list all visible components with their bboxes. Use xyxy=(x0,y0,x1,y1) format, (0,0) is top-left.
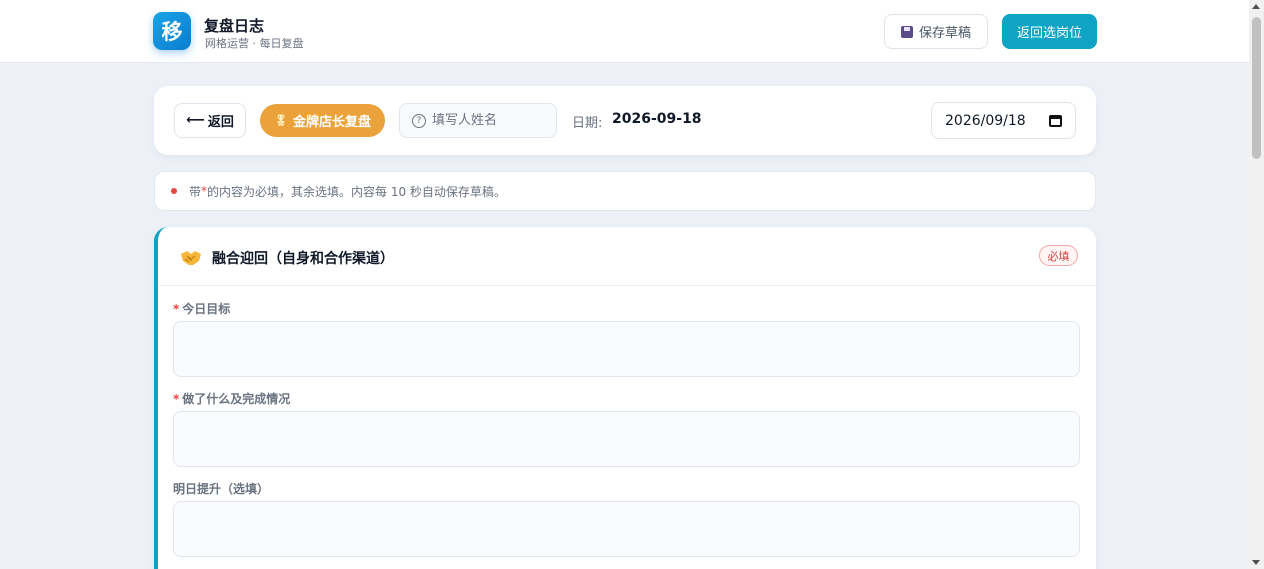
back-to-select-button[interactable]: 返回选岗位 xyxy=(1002,14,1097,49)
required-badge: 必填 xyxy=(1039,245,1078,266)
required-star: * xyxy=(173,302,180,316)
date-picker[interactable]: 2026/09/18 xyxy=(931,102,1076,139)
section-header: 融合迎回（自身和合作渠道） 必填 xyxy=(158,227,1096,286)
back-label: 返回 xyxy=(207,115,234,130)
date-picker-value: 2026/09/18 xyxy=(945,112,1026,129)
field-label-tomorrow: 明日提升（选填） xyxy=(173,480,269,497)
save-draft-button[interactable]: 保存草稿 xyxy=(884,14,988,49)
app-logo: 移 xyxy=(153,12,191,50)
floppy-disk-icon xyxy=(900,25,913,38)
notice-prefix: 带 xyxy=(189,184,202,199)
question-circle-icon: ? xyxy=(412,113,426,128)
date-label: 日期: xyxy=(572,116,603,131)
toolbar-card: ⟵ 返回 🎖 金牌店长复盘 ? 日期: 2026-09-18 2026/09/1… xyxy=(154,86,1096,155)
name-input[interactable] xyxy=(432,113,552,128)
field-label-text: 今日目标 xyxy=(182,302,231,316)
notice-dot-icon xyxy=(171,188,177,194)
medal-icon: 🎖 xyxy=(274,114,288,127)
field-label-done: * 做了什么及完成情况 xyxy=(173,390,290,407)
top-bar: 移 复盘日志 网格运营 · 每日复盘 保存草稿 返回选岗位 xyxy=(0,0,1249,63)
role-badge-label: 金牌店长复盘 xyxy=(292,115,371,130)
app-title: 复盘日志 xyxy=(204,17,265,35)
section-title: 融合迎回（自身和合作渠道） xyxy=(212,251,394,267)
handshake-icon xyxy=(181,251,201,265)
calendar-icon[interactable] xyxy=(1049,115,1062,127)
save-draft-label: 保存草稿 xyxy=(918,26,971,41)
notice-bar: 带 * 的内容为必填，其余选填。内容每 10 秒自动保存草稿。 xyxy=(154,171,1096,211)
name-field[interactable]: ? xyxy=(399,103,557,138)
scroll-up-arrow-icon[interactable] xyxy=(1252,4,1260,9)
required-star: * xyxy=(173,392,180,406)
field-label-text: 明日提升（选填） xyxy=(173,482,270,496)
scrollbar[interactable] xyxy=(1249,0,1264,569)
date-value: 2026-09-18 xyxy=(612,111,702,127)
back-button[interactable]: ⟵ 返回 xyxy=(174,103,246,138)
app-subtitle: 网格运营 · 每日复盘 xyxy=(205,37,304,50)
field-label-text: 做了什么及完成情况 xyxy=(182,392,291,406)
scroll-down-arrow-icon[interactable] xyxy=(1252,560,1260,565)
notice-text: 的内容为必填，其余选填。内容每 10 秒自动保存草稿。 xyxy=(207,184,506,199)
role-badge: 🎖 金牌店长复盘 xyxy=(260,104,385,137)
scroll-thumb[interactable] xyxy=(1252,17,1261,159)
done-input[interactable] xyxy=(173,411,1080,467)
field-label-today-goal: * 今日目标 xyxy=(173,300,230,317)
arrow-left-icon: ⟵ xyxy=(186,113,205,128)
tomorrow-input[interactable] xyxy=(173,501,1080,557)
today-goal-input[interactable] xyxy=(173,321,1080,377)
section-card: 融合迎回（自身和合作渠道） 必填 * 今日目标 * 做了什么及完成情况 明日提升（选… xyxy=(154,227,1096,569)
